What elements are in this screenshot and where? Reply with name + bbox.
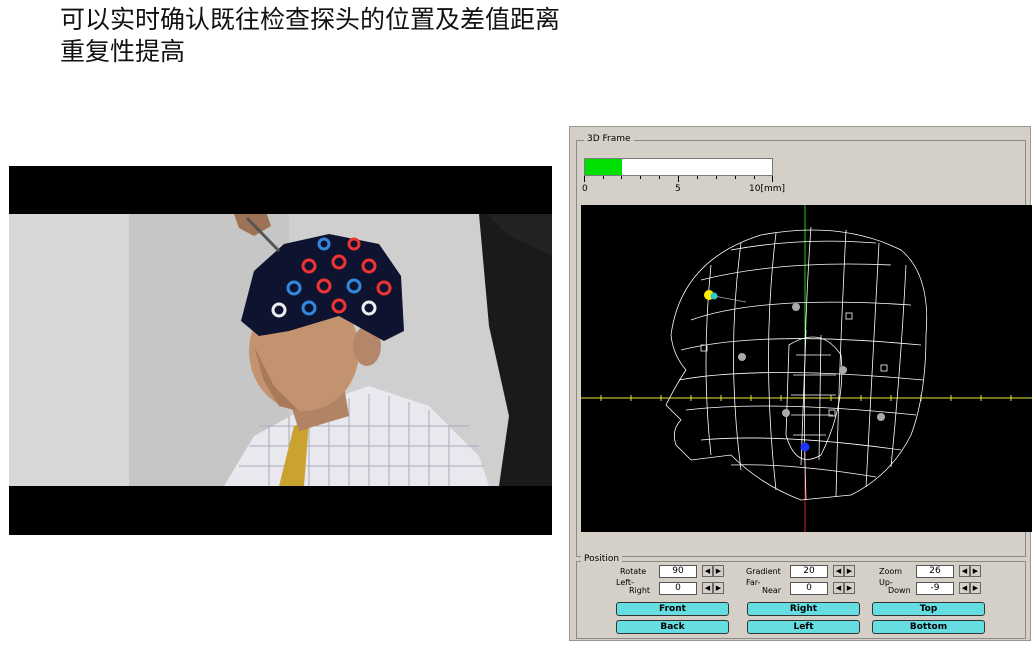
scale-label-min: 0 xyxy=(582,184,588,194)
bottom-view-button[interactable]: Bottom xyxy=(872,620,985,634)
up-down-decrement-button[interactable]: ◀ xyxy=(959,582,970,594)
front-view-button[interactable]: Front xyxy=(616,602,729,616)
left-right-decrement-button[interactable]: ◀ xyxy=(702,582,713,594)
zoom-input[interactable]: 26 xyxy=(916,565,954,578)
scale-tick xyxy=(735,176,736,179)
frame-group-title: 3D Frame xyxy=(584,134,634,144)
scale-tick xyxy=(659,176,660,179)
zoom-label: Zoom xyxy=(879,567,903,576)
3d-head-viewport[interactable] xyxy=(581,205,1032,532)
left-view-button[interactable]: Left xyxy=(747,620,860,634)
left-right-increment-button[interactable]: ▶ xyxy=(713,582,724,594)
headline-line-2: 重复性提高 xyxy=(60,37,186,66)
deviation-progress-bar xyxy=(584,158,773,176)
left-right-label-2: Right xyxy=(629,586,651,595)
scale-label-mid: 5 xyxy=(675,184,681,194)
gradient-input[interactable]: 20 xyxy=(790,565,828,578)
up-down-increment-button[interactable]: ▶ xyxy=(970,582,981,594)
far-near-input[interactable]: 0 xyxy=(790,582,828,595)
scale-tick xyxy=(754,176,755,179)
headline-line-1: 可以实时确认既往检查探头的位置及差值距离 xyxy=(60,5,561,34)
deviation-scale: 0 5 10[mm] xyxy=(582,176,785,198)
scale-tick xyxy=(603,176,604,179)
left-right-input[interactable]: 0 xyxy=(659,582,697,595)
gradient-decrement-button[interactable]: ◀ xyxy=(833,565,844,577)
scale-tick xyxy=(584,176,585,182)
zoom-increment-button[interactable]: ▶ xyxy=(970,565,981,577)
right-view-button[interactable]: Right xyxy=(747,602,860,616)
scale-tick xyxy=(716,176,717,179)
gradient-label: Gradient xyxy=(746,567,781,576)
rotate-input[interactable]: 90 xyxy=(659,565,697,578)
far-near-label-1: Far- xyxy=(746,578,761,587)
zoom-decrement-button[interactable]: ◀ xyxy=(959,565,970,577)
probe-markers xyxy=(700,290,888,452)
headline: 可以实时确认既往检查探头的位置及差值距离 重复性提高 xyxy=(60,4,560,68)
far-near-increment-button[interactable]: ▶ xyxy=(844,582,855,594)
scale-tick xyxy=(640,176,641,179)
back-view-button[interactable]: Back xyxy=(616,620,729,634)
scale-tick xyxy=(697,176,698,179)
deviation-progress-fill xyxy=(585,159,623,175)
scale-label-max: 10[mm] xyxy=(749,184,786,194)
up-down-label-2: Down xyxy=(888,586,911,595)
position-group-title: Position xyxy=(581,554,623,564)
probe-3d-viewer-window: 3D Frame 0 5 10[mm] Position Rotate 90 ◀… xyxy=(569,126,1032,641)
top-view-button[interactable]: Top xyxy=(872,602,985,616)
scale-tick xyxy=(678,176,679,182)
scale-tick xyxy=(772,176,773,182)
rotate-increment-button[interactable]: ▶ xyxy=(713,565,724,577)
up-down-input[interactable]: -9 xyxy=(916,582,954,595)
gradient-increment-button[interactable]: ▶ xyxy=(844,565,855,577)
far-near-label-2: Near xyxy=(762,586,782,595)
scale-tick xyxy=(621,176,622,179)
far-near-decrement-button[interactable]: ◀ xyxy=(833,582,844,594)
head-wireframe xyxy=(665,226,928,501)
probe-positioning-photo xyxy=(9,166,552,535)
rotate-label: Rotate xyxy=(620,567,647,576)
rotate-decrement-button[interactable]: ◀ xyxy=(702,565,713,577)
